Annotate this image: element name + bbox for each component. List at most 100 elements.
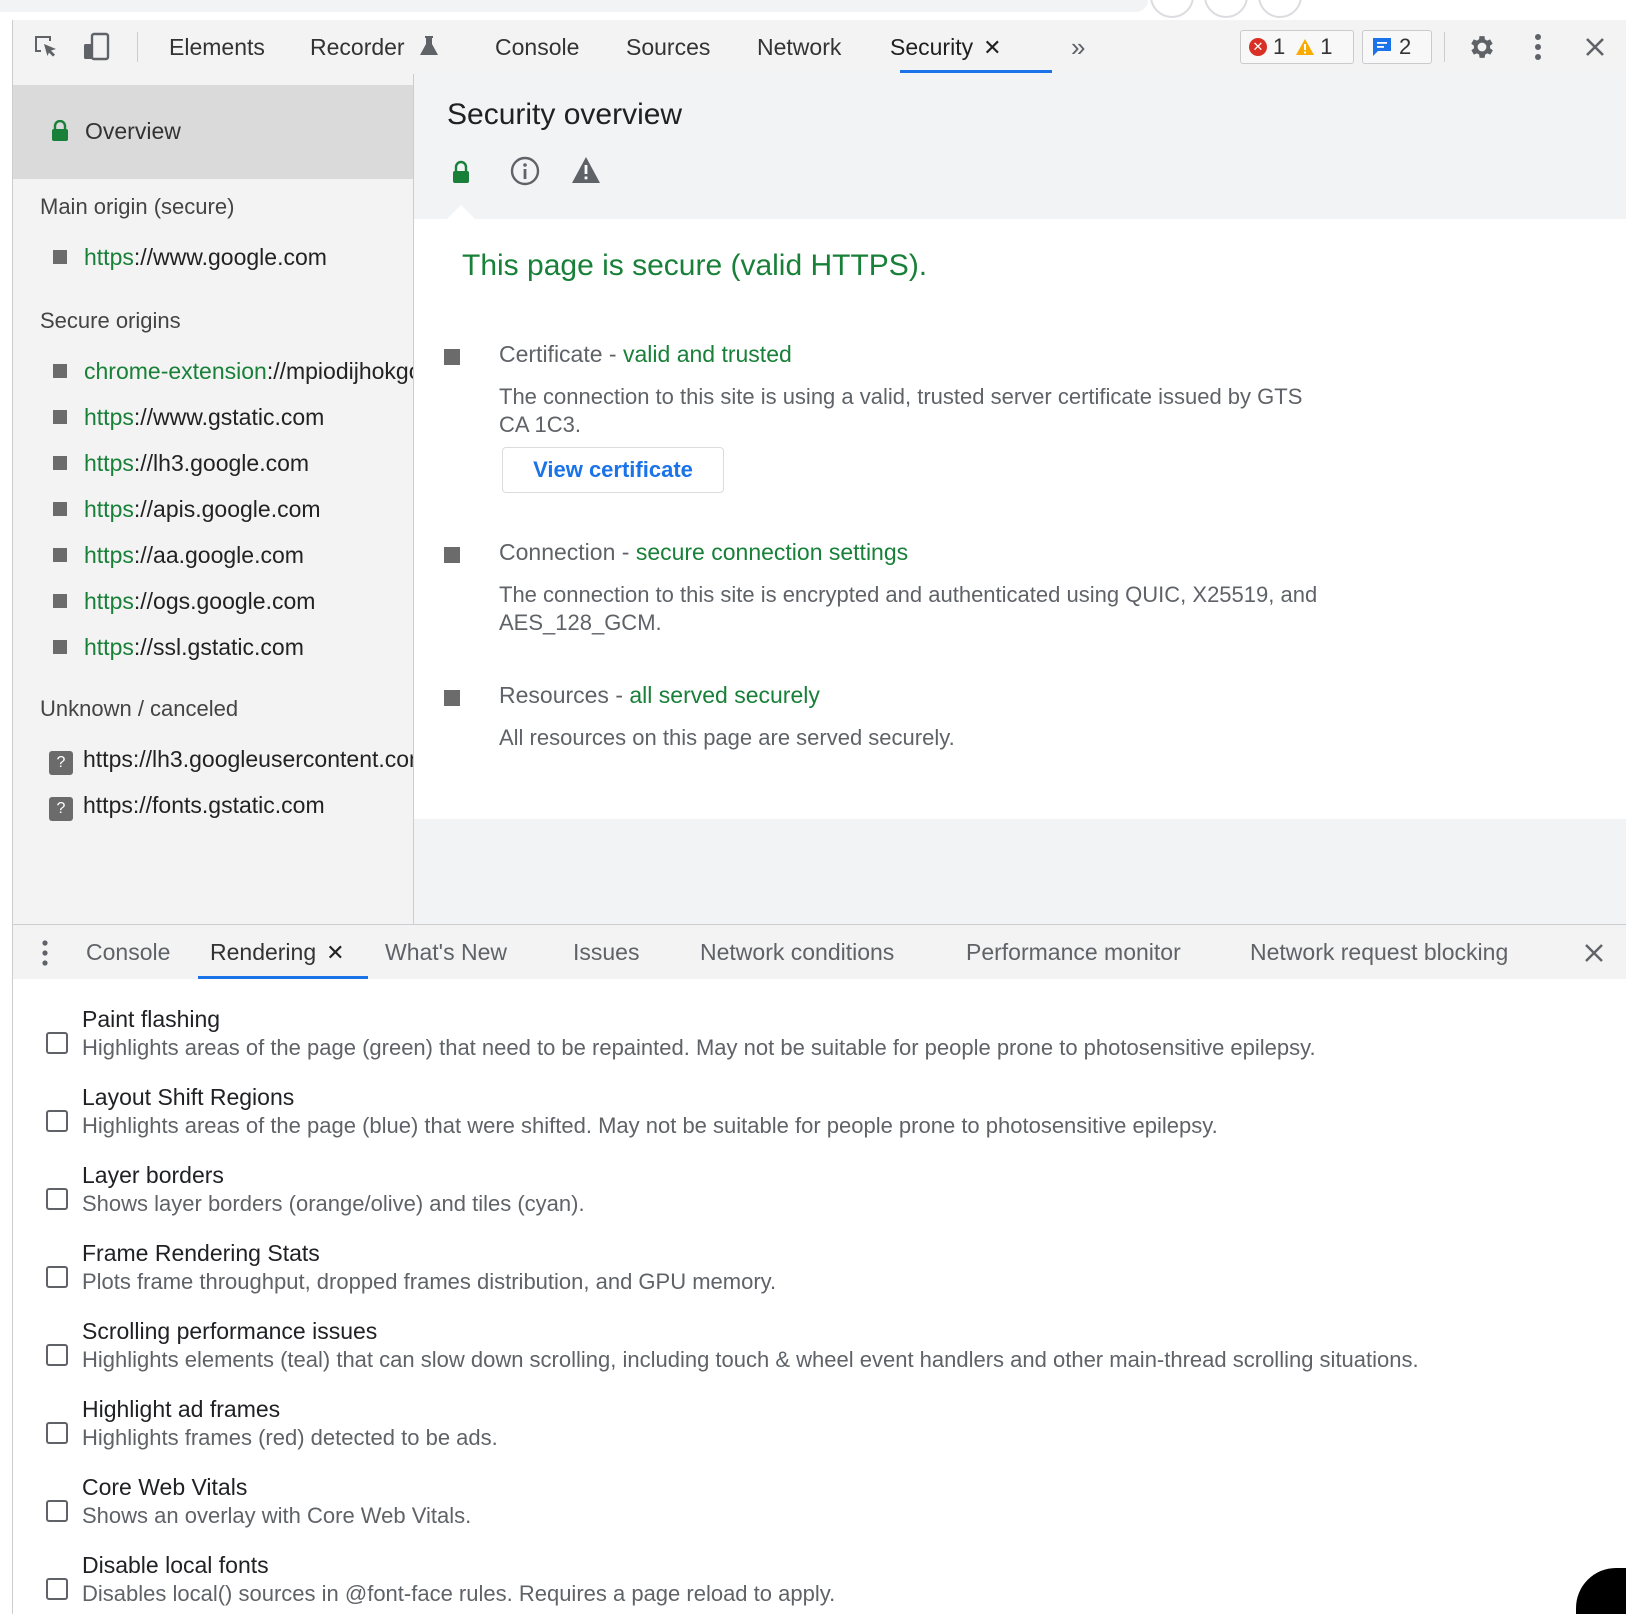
- kebab-menu-icon[interactable]: [1523, 32, 1553, 62]
- sidebar-item-overview[interactable]: Overview: [13, 85, 413, 179]
- tab-network[interactable]: Network: [757, 20, 841, 74]
- core-web-vitals-checkbox[interactable]: [46, 1500, 68, 1522]
- origin-scheme: https: [84, 496, 134, 522]
- security-sidebar: Overview Main origin (secure) https://ww…: [13, 74, 414, 924]
- tab-recorder[interactable]: Recorder: [310, 20, 439, 74]
- origin-item[interactable]: chrome-extension://mpiodijhokgodhhofbcjd…: [53, 358, 413, 388]
- sidebar-content: Overview Main origin (secure) https://ww…: [13, 74, 413, 924]
- layout-shift-regions-checkbox[interactable]: [46, 1110, 68, 1132]
- close-icon[interactable]: ✕: [326, 940, 344, 965]
- drawer-tab-network-request-blocking[interactable]: Network request blocking: [1250, 925, 1508, 979]
- disable-local-fonts-checkbox[interactable]: [46, 1578, 68, 1600]
- more-tabs-icon[interactable]: »: [1071, 20, 1085, 74]
- rendering-panel: Paint flashing Highlights areas of the p…: [13, 979, 1626, 1614]
- origin-item-unknown[interactable]: ? https://fonts.gstatic.com: [49, 792, 325, 822]
- browser-button-edge[interactable]: [1204, 0, 1248, 18]
- status-square-icon: [444, 547, 460, 563]
- security-explanation-panel: This page is secure (valid HTTPS). Certi…: [414, 205, 1626, 819]
- close-drawer-icon[interactable]: [1584, 925, 1604, 979]
- origin-scheme: chrome-extension: [84, 358, 267, 384]
- origin-item[interactable]: https://ssl.gstatic.com: [53, 634, 304, 664]
- origin-item[interactable]: https://www.gstatic.com: [53, 404, 324, 434]
- scrolling-performance-checkbox[interactable]: [46, 1344, 68, 1366]
- drawer-tab-whats-new[interactable]: What's New: [385, 925, 507, 979]
- message-count: 2: [1399, 34, 1412, 59]
- drawer-tab-label: What's New: [385, 939, 507, 965]
- tab-console-label: Console: [495, 34, 580, 60]
- drawer-tab-label: Performance monitor: [966, 939, 1181, 965]
- info-icon: [510, 156, 540, 186]
- origin-item-main[interactable]: https://www.google.com: [53, 244, 327, 274]
- paint-flashing-checkbox[interactable]: [46, 1032, 68, 1054]
- drawer-tab-network-conditions[interactable]: Network conditions: [700, 925, 894, 979]
- toolbar-divider: [1444, 32, 1445, 62]
- tab-sources[interactable]: Sources: [626, 20, 710, 74]
- security-main-panel: Security overview This page is secure (v…: [414, 74, 1626, 924]
- inspect-cursor-icon[interactable]: [31, 32, 61, 62]
- origin-host: ://www.google.com: [133, 244, 327, 270]
- origin-item[interactable]: https://apis.google.com: [53, 496, 321, 526]
- question-icon: ?: [49, 797, 73, 821]
- warning-count: 1: [1320, 34, 1333, 59]
- option-description: Disables local() sources in @font-face r…: [82, 1581, 836, 1606]
- origin-host: ://ssl.gstatic.com: [133, 634, 304, 660]
- toolbar-divider: [137, 32, 138, 62]
- error-count: 1: [1273, 34, 1286, 59]
- browser-button-edge[interactable]: [1150, 0, 1194, 18]
- tab-security[interactable]: Security ✕: [890, 20, 1002, 74]
- highlight-ad-frames-checkbox[interactable]: [46, 1422, 68, 1444]
- drawer-menu-icon[interactable]: [41, 925, 49, 979]
- option-description: Highlights frames (red) detected to be a…: [82, 1425, 498, 1450]
- origin-square-icon: [53, 594, 67, 608]
- connection-status: secure connection settings: [635, 539, 909, 565]
- status-square-icon: [444, 690, 460, 706]
- origin-scheme: https: [84, 634, 134, 660]
- tab-elements[interactable]: Elements: [169, 20, 265, 74]
- certificate-status: valid and trusted: [623, 341, 792, 367]
- security-summary: This page is secure (valid HTTPS).: [462, 249, 928, 282]
- devtools-window: Elements Recorder Console Sources Networ…: [12, 20, 1626, 1614]
- browser-button-edge[interactable]: [1258, 0, 1302, 18]
- drawer-tab-performance-monitor[interactable]: Performance monitor: [966, 925, 1181, 979]
- connection-description: The connection to this site is encrypted…: [499, 582, 1318, 635]
- origin-item-unknown[interactable]: ? https://lh3.googleusercontent.com: [49, 746, 413, 776]
- layer-borders-checkbox[interactable]: [46, 1188, 68, 1210]
- origin-scheme: https: [84, 542, 134, 568]
- option-description: Shows layer borders (orange/olive) and t…: [82, 1191, 585, 1216]
- heading-separator: -: [602, 341, 623, 367]
- heading-separator: -: [608, 682, 630, 708]
- origin-host: ://apis.google.com: [133, 496, 321, 522]
- drawer-tab-issues[interactable]: Issues: [573, 925, 639, 979]
- drawer-tab-label: Console: [86, 939, 171, 965]
- status-square-icon: [444, 349, 460, 365]
- unknown-origins-heading: Unknown / canceled: [40, 696, 239, 721]
- close-devtools-icon[interactable]: [1580, 32, 1610, 62]
- certificate-heading: Certificate - valid and trusted: [499, 341, 792, 368]
- warning-counter: 1: [1295, 34, 1333, 60]
- option-title: Core Web Vitals: [82, 1474, 248, 1500]
- gear-icon[interactable]: [1467, 32, 1497, 62]
- message-icon: [1373, 38, 1391, 56]
- origin-item[interactable]: https://aa.google.com: [53, 542, 304, 572]
- drawer-tab-rendering[interactable]: Rendering ✕: [210, 925, 345, 979]
- origin-scheme: https: [84, 450, 134, 476]
- device-toggle-icon[interactable]: [81, 32, 111, 62]
- tab-console[interactable]: Console: [495, 20, 579, 74]
- issue-counters[interactable]: ✕ 1 1: [1240, 30, 1354, 64]
- close-icon[interactable]: ✕: [983, 35, 1001, 60]
- resources-heading: Resources - all served securely: [499, 682, 820, 709]
- tab-security-label: Security: [890, 34, 974, 60]
- frame-rendering-stats-checkbox[interactable]: [46, 1266, 68, 1288]
- lens-pointer: [447, 205, 475, 219]
- message-counter[interactable]: 2: [1362, 30, 1432, 64]
- origin-item[interactable]: https://ogs.google.com: [53, 588, 315, 618]
- origin-host: ://mpiodijhokgodhhofbcjdecpffjipkle: [266, 358, 413, 384]
- drawer-tab-console[interactable]: Console: [86, 925, 170, 979]
- origin-item[interactable]: https://lh3.google.com: [53, 450, 309, 480]
- option-description: Highlights elements (teal) that can slow…: [82, 1347, 1419, 1372]
- option-title: Frame Rendering Stats: [82, 1240, 320, 1266]
- origin-scheme: https: [84, 244, 134, 270]
- heading-separator: -: [615, 539, 636, 565]
- view-certificate-button[interactable]: View certificate: [502, 447, 724, 493]
- origin-scheme: https: [84, 404, 134, 430]
